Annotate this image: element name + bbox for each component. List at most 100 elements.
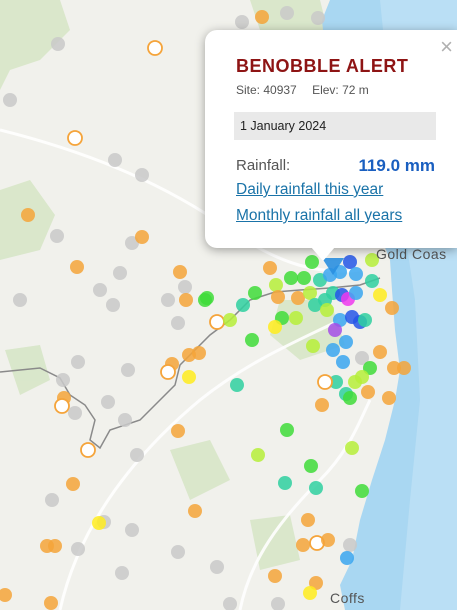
station-marker[interactable]: [245, 333, 259, 347]
station-marker[interactable]: [355, 370, 369, 384]
station-marker[interactable]: [200, 291, 214, 305]
station-marker[interactable]: [56, 373, 70, 387]
station-marker[interactable]: [3, 93, 17, 107]
station-marker[interactable]: [21, 208, 35, 222]
station-marker[interactable]: [45, 493, 59, 507]
station-marker[interactable]: [248, 286, 262, 300]
station-marker[interactable]: [269, 278, 283, 292]
station-marker[interactable]: [188, 504, 202, 518]
station-marker[interactable]: [343, 538, 357, 552]
station-marker[interactable]: [50, 229, 64, 243]
station-marker[interactable]: [171, 316, 185, 330]
station-marker[interactable]: [230, 378, 244, 392]
station-marker[interactable]: [320, 303, 334, 317]
station-marker[interactable]: [303, 286, 317, 300]
station-marker[interactable]: [268, 569, 282, 583]
station-marker[interactable]: [358, 313, 372, 327]
station-marker[interactable]: [309, 481, 323, 495]
station-marker[interactable]: [71, 355, 85, 369]
station-marker[interactable]: [48, 539, 62, 553]
station-marker[interactable]: [70, 260, 84, 274]
station-marker[interactable]: [182, 370, 196, 384]
station-marker[interactable]: [54, 398, 70, 414]
station-marker[interactable]: [106, 298, 120, 312]
station-marker[interactable]: [235, 15, 249, 29]
station-marker[interactable]: [210, 560, 224, 574]
station-marker[interactable]: [255, 10, 269, 24]
station-marker[interactable]: [13, 293, 27, 307]
station-marker[interactable]: [44, 596, 58, 610]
station-marker[interactable]: [113, 266, 127, 280]
station-marker[interactable]: [178, 280, 192, 294]
station-marker[interactable]: [365, 274, 379, 288]
station-marker[interactable]: [304, 459, 318, 473]
station-marker[interactable]: [125, 523, 139, 537]
station-marker[interactable]: [236, 298, 250, 312]
station-marker[interactable]: [315, 398, 329, 412]
station-marker[interactable]: [355, 484, 369, 498]
station-marker[interactable]: [280, 6, 294, 20]
monthly-rainfall-link[interactable]: Monthly rainfall all years: [236, 207, 402, 225]
station-marker[interactable]: [251, 448, 265, 462]
station-marker[interactable]: [135, 230, 149, 244]
station-marker[interactable]: [147, 40, 163, 56]
station-marker[interactable]: [101, 395, 115, 409]
station-marker[interactable]: [66, 477, 80, 491]
station-marker[interactable]: [192, 346, 206, 360]
close-icon[interactable]: ×: [440, 36, 453, 58]
station-marker[interactable]: [301, 513, 315, 527]
station-marker[interactable]: [173, 265, 187, 279]
station-marker[interactable]: [343, 391, 357, 405]
station-marker[interactable]: [385, 301, 399, 315]
station-marker[interactable]: [278, 476, 292, 490]
station-marker[interactable]: [135, 168, 149, 182]
daily-rainfall-link[interactable]: Daily rainfall this year: [236, 181, 383, 199]
station-marker[interactable]: [118, 413, 132, 427]
station-marker[interactable]: [339, 335, 353, 349]
station-marker[interactable]: [289, 311, 303, 325]
station-marker[interactable]: [67, 130, 83, 146]
station-marker[interactable]: [297, 271, 311, 285]
station-marker[interactable]: [171, 424, 185, 438]
station-marker[interactable]: [373, 288, 387, 302]
station-marker[interactable]: [340, 551, 354, 565]
station-marker[interactable]: [160, 364, 176, 380]
station-marker[interactable]: [317, 374, 333, 390]
station-marker[interactable]: [397, 361, 411, 375]
station-marker[interactable]: [306, 339, 320, 353]
station-marker[interactable]: [308, 298, 322, 312]
station-marker[interactable]: [209, 314, 225, 330]
station-marker[interactable]: [349, 286, 363, 300]
station-marker[interactable]: [284, 271, 298, 285]
station-marker[interactable]: [321, 533, 335, 547]
station-marker[interactable]: [223, 313, 237, 327]
station-marker[interactable]: [280, 423, 294, 437]
station-marker[interactable]: [343, 255, 357, 269]
station-marker[interactable]: [268, 320, 282, 334]
station-marker[interactable]: [291, 291, 305, 305]
station-marker[interactable]: [326, 343, 340, 357]
station-marker[interactable]: [51, 37, 65, 51]
station-marker[interactable]: [80, 442, 96, 458]
station-marker[interactable]: [121, 363, 135, 377]
station-marker[interactable]: [68, 406, 82, 420]
station-marker[interactable]: [71, 542, 85, 556]
date-field[interactable]: 1 January 2024: [234, 112, 436, 140]
station-marker[interactable]: [171, 545, 185, 559]
station-marker[interactable]: [349, 267, 363, 281]
station-marker[interactable]: [263, 261, 277, 275]
station-marker[interactable]: [92, 516, 106, 530]
station-marker[interactable]: [345, 441, 359, 455]
station-marker[interactable]: [382, 391, 396, 405]
station-marker[interactable]: [296, 538, 310, 552]
station-marker[interactable]: [130, 448, 144, 462]
station-marker[interactable]: [303, 586, 317, 600]
station-marker[interactable]: [328, 323, 342, 337]
station-marker[interactable]: [373, 345, 387, 359]
station-marker[interactable]: [93, 283, 107, 297]
station-marker[interactable]: [179, 293, 193, 307]
station-marker[interactable]: [161, 293, 175, 307]
station-marker[interactable]: [271, 290, 285, 304]
station-marker[interactable]: [115, 566, 129, 580]
station-marker[interactable]: [311, 11, 325, 25]
